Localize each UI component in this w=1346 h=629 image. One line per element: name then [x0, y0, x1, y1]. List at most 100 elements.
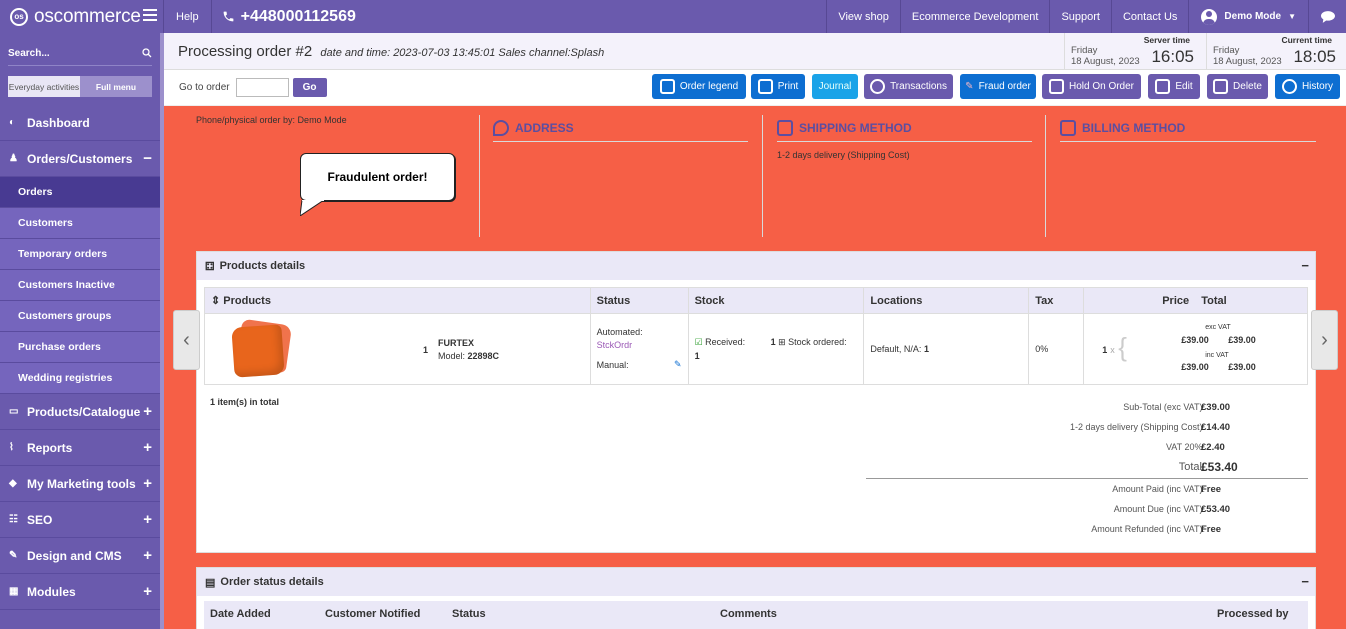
search-input[interactable]: Search...: [8, 48, 50, 59]
minimize-icon[interactable]: −: [1301, 574, 1309, 589]
tab-everyday-activities[interactable]: Everyday activities: [8, 76, 80, 97]
expand-icon[interactable]: +: [143, 439, 152, 456]
inc-total: £39.00: [1228, 362, 1256, 372]
page-title-text: Processing order #2: [178, 42, 313, 60]
status-link[interactable]: StckOrdr: [597, 340, 633, 350]
delete-button[interactable]: Delete: [1207, 74, 1268, 99]
sidebar-item-products-catalogue[interactable]: ▭ Products/Catalogue +: [0, 394, 160, 430]
sidebar-item-modules[interactable]: ▦ Modules +: [0, 574, 160, 610]
chat-icon[interactable]: [1308, 0, 1346, 33]
journal-button[interactable]: Journal: [812, 74, 858, 99]
shipping-section: SHIPPING METHOD 1-2 days delivery (Shipp…: [777, 115, 1032, 245]
fraud-order-button[interactable]: ✎ Fraud order: [960, 74, 1036, 99]
next-order-arrow-icon[interactable]: ›: [1311, 310, 1338, 370]
status-automated: Automated:: [596, 327, 643, 337]
model-label: Model:: [438, 351, 466, 361]
printer-icon: [757, 79, 773, 94]
location-qty: 1: [923, 344, 929, 354]
sidebar-item-label: Products/Catalogue: [27, 404, 141, 419]
search-icon[interactable]: [142, 48, 152, 58]
stock-ordered-qty: 1: [770, 337, 776, 347]
chart-icon: ⌇: [9, 442, 14, 453]
page-subtitle: date and time: 2023-07-03 13:45:01 Sales…: [320, 46, 605, 59]
order-legend-button[interactable]: Order legend: [652, 74, 746, 99]
expand-icon[interactable]: +: [143, 583, 152, 600]
amount-refunded-label: Amount Refunded (inc VAT):: [1091, 524, 1205, 534]
hamburger-menu-icon[interactable]: [143, 9, 157, 21]
table-header-row: ⇕ Products Status Stock Locations Tax Pr…: [204, 287, 1308, 314]
collapse-icon[interactable]: −: [143, 150, 152, 167]
top-links: View shop Ecommerce Development Support …: [826, 0, 1346, 33]
expand-icon[interactable]: +: [143, 403, 152, 420]
go-button[interactable]: Go: [292, 78, 327, 97]
sidebar-item-customers-inactive[interactable]: Customers Inactive: [0, 270, 160, 301]
logo-text: oscommerce: [34, 5, 141, 27]
logo[interactable]: os oscommerce: [0, 0, 164, 33]
sidebar-item-orders[interactable]: Orders: [0, 177, 160, 208]
divider: [479, 115, 480, 237]
sort-icon: ⇕: [211, 295, 224, 307]
sitemap-icon: ☷: [9, 514, 18, 525]
amount-due-label: Amount Due (inc VAT):: [1113, 504, 1205, 514]
bubble-tail-icon: [300, 200, 325, 216]
sidebar-item-wedding-registries[interactable]: Wedding registries: [0, 363, 160, 394]
column-status: Status: [452, 608, 486, 620]
print-button[interactable]: Print: [751, 74, 805, 99]
sidebar-item-seo[interactable]: ☷ SEO +: [0, 502, 160, 538]
column-stock: Stock: [687, 287, 865, 314]
sidebar-item-customers[interactable]: Customers: [0, 208, 160, 239]
exc-vat-label: exc VAT: [1205, 324, 1231, 331]
help-link[interactable]: Help: [164, 0, 212, 33]
expand-icon[interactable]: +: [143, 547, 152, 564]
expand-icon[interactable]: +: [143, 511, 152, 528]
ecommerce-development-link[interactable]: Ecommerce Development: [899, 0, 1050, 33]
goto-order-input[interactable]: [235, 78, 289, 97]
view-shop-link[interactable]: View shop: [826, 0, 900, 33]
sidebar-item-orders-customers[interactable]: ♟ Orders/Customers −: [0, 141, 160, 177]
prev-order-arrow-icon[interactable]: ‹: [173, 310, 200, 370]
support-link[interactable]: Support: [1049, 0, 1111, 33]
inc-vat-label: inc VAT: [1205, 352, 1229, 359]
history-button[interactable]: History: [1275, 74, 1340, 99]
subtotal-label: Sub-Total (exc VAT):: [1123, 402, 1205, 412]
column-products[interactable]: ⇕ Products: [204, 287, 591, 314]
products-panel-header[interactable]: ⚃ Products details −: [197, 252, 1315, 280]
phone-number[interactable]: +448000112569: [212, 8, 356, 26]
price-qty: 1: [1102, 345, 1108, 355]
products-panel: ⚃ Products details − ⇕ Products Status S…: [196, 251, 1316, 553]
transactions-button[interactable]: Transactions: [864, 74, 953, 99]
column-status: Status: [589, 287, 689, 314]
edit-pencil-icon[interactable]: ✎: [674, 359, 682, 370]
sidebar-item-purchase-orders[interactable]: Purchase orders: [0, 332, 160, 363]
sidebar-item-reports[interactable]: ⌇ Reports +: [0, 430, 160, 466]
shipping-cost-value: £14.40: [1201, 422, 1231, 433]
order-status-header[interactable]: ▤ Order status details −: [197, 568, 1315, 596]
tab-full-menu[interactable]: Full menu: [80, 76, 152, 97]
edit-button[interactable]: Edit: [1148, 74, 1200, 99]
model-value: 22898C: [467, 351, 500, 361]
location-cell: Default, N/A: 1: [863, 313, 1030, 385]
search-box[interactable]: Search...: [8, 41, 152, 66]
contact-us-link[interactable]: Contact Us: [1110, 0, 1188, 33]
product-name[interactable]: FURTEX: [438, 338, 474, 348]
billing-icon: [1060, 120, 1076, 136]
toolbar: Go to order Go Order legend Print Journa…: [164, 70, 1346, 106]
total-value: £53.40: [1201, 460, 1238, 474]
sidebar-item-dashboard[interactable]: ◐ Dashboard: [0, 105, 160, 141]
hold-on-order-button[interactable]: Hold On Order: [1042, 74, 1141, 99]
sidebar-item-marketing-tools[interactable]: ◆ My Marketing tools +: [0, 466, 160, 502]
exc-price: £39.00: [1181, 335, 1209, 345]
divider: [1045, 115, 1046, 237]
minimize-icon[interactable]: −: [1301, 258, 1309, 273]
received-qty: 1: [694, 351, 700, 361]
map-pin-icon: [493, 120, 509, 136]
table-row: 1 FURTEX Model: 22898C Automated: StckOr…: [204, 313, 1308, 385]
product-image[interactable]: [231, 318, 293, 378]
top-bar: os oscommerce Help +448000112569 View sh…: [0, 0, 1346, 33]
sidebar-item-customers-groups[interactable]: Customers groups: [0, 301, 160, 332]
user-menu[interactable]: Demo Mode ▼: [1188, 0, 1308, 33]
expand-icon[interactable]: +: [143, 475, 152, 492]
sidebar-item-design-cms[interactable]: ✎ Design and CMS +: [0, 538, 160, 574]
goto-order-label: Go to order: [179, 82, 230, 93]
sidebar-item-temporary-orders[interactable]: Temporary orders: [0, 239, 160, 270]
